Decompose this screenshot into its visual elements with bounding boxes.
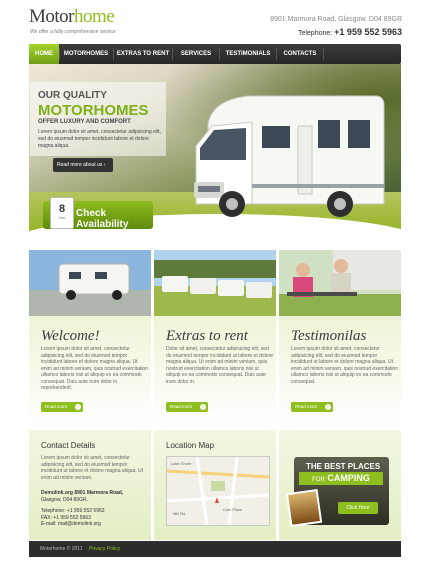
promo-for: FOR	[312, 477, 325, 483]
location-map-panel: Location Map Lake Shore Cole Place Mill …	[154, 430, 276, 540]
hero-read-more-button[interactable]: Read more about us ›	[53, 158, 113, 172]
nav-separator	[323, 48, 324, 60]
testimonials-read-more-button[interactable]: Read more ›	[291, 402, 333, 412]
map-title: Location Map	[166, 441, 215, 450]
welcome-photo	[29, 250, 151, 316]
nav-item-extras[interactable]: EXTRAS TO RENT	[114, 44, 172, 64]
contact-email[interactable]: E-mail: mail@demolink.org	[41, 521, 105, 528]
logo[interactable]: Motorhome	[29, 6, 115, 28]
contact-phones: Telephone: +1 959 552 5963 FAX: +1 959 5…	[41, 508, 105, 528]
extras-text: Dolor sit amet, consectetur adipisicing …	[166, 346, 274, 385]
contact-company: Demolink.org	[41, 490, 73, 496]
tagline: We offer a fully comprehensive service	[30, 29, 116, 35]
nav-item-home[interactable]: HOME	[29, 44, 59, 64]
read-more-label: Read more	[45, 404, 68, 409]
contact-text: Lorem ipsum dolor sit amet, consectetur …	[41, 455, 144, 481]
motorhome-illustration	[194, 95, 385, 217]
welcome-text: Lorem ipsum dolor sit amet, consectetur …	[41, 346, 148, 391]
contact-details-panel: Contact Details Lorem ipsum dolor sit am…	[29, 430, 151, 540]
testimonials-column: Testimonilas Lorem ipsum dolor sit amet,…	[279, 250, 401, 426]
arrow-right-icon: ›	[200, 404, 206, 410]
testimonials-text: Lorem ipsum dolor sit amet, consectetur …	[291, 346, 398, 385]
contact-street: 8901 Marmora Road,	[74, 490, 124, 496]
contact-telephone: Telephone: +1 959 552 5963	[41, 508, 105, 514]
camping-promo: THE BEST PLACES FOR CAMPING Click Here	[285, 457, 389, 528]
promo-camping: CAMPING	[327, 473, 370, 483]
campfire-photo	[285, 488, 323, 528]
hero-read-more-label: Read more about us	[57, 162, 103, 168]
nav-item-motorhomes[interactable]: MOTORHOMES	[60, 44, 112, 64]
arrow-right-icon: ›	[103, 162, 106, 168]
privacy-policy-link[interactable]: Privacy Policy	[89, 541, 120, 557]
hero-line3: OFFER LUXURY AND COMFORT	[38, 119, 131, 125]
header-phone: Telephone: +1 959 552 5963	[256, 27, 402, 37]
testimonials-title: Testimonilas	[291, 328, 367, 344]
check-availability-button[interactable]: 8 Mar Check Availability	[43, 197, 153, 230]
contact-address: Demolink.org 8901 Marmora Road, Glasgow,…	[41, 490, 123, 503]
read-more-label: Read more	[170, 404, 193, 409]
main-nav: HOME MOTORHOMES EXTRAS TO RENT SERVICES …	[29, 44, 401, 64]
footer: Motorhome © 2011 Privacy Policy	[29, 541, 401, 557]
location-map[interactable]: Lake Shore Cole Place Mill Rd	[166, 456, 270, 526]
logo-text-main: Motor	[29, 6, 75, 27]
read-more-label: Read more	[295, 404, 318, 409]
phone-label: Telephone:	[297, 30, 333, 37]
calendar-icon: 8 Mar	[50, 197, 74, 229]
map-label: Mill Rd	[173, 511, 186, 516]
testimonials-photo	[279, 250, 401, 316]
header-address: 8901 Marmora Road, Glasgow, D04 89GR	[270, 16, 402, 23]
map-label: Lake Shore	[171, 461, 192, 466]
promo-line2: FOR CAMPING	[299, 472, 383, 485]
welcome-title: Welcome!	[41, 328, 100, 344]
phone-number: +1 959 552 5963	[334, 27, 402, 37]
calendar-month: Mar	[58, 215, 66, 220]
promo-click-here-button[interactable]: Click Here	[338, 502, 378, 514]
logo-text-accent: home	[74, 6, 115, 27]
nav-item-testimonials[interactable]: TESTIMONIALS	[220, 44, 276, 64]
extras-photo	[154, 250, 276, 316]
extras-title: Extras to rent	[166, 328, 248, 344]
welcome-read-more-button[interactable]: Read more ›	[41, 402, 83, 412]
camping-promo-panel: THE BEST PLACES FOR CAMPING Click Here	[279, 430, 401, 540]
nav-item-contacts[interactable]: CONTACTS	[277, 44, 323, 64]
hero-line2: MOTORHOMES	[38, 102, 149, 119]
welcome-column: Welcome! Lorem ipsum dolor sit amet, con…	[29, 250, 151, 426]
contact-city: Glasgow, D04 89GR.	[41, 496, 88, 503]
check-availability-label: Check Availability	[76, 208, 129, 230]
hero-line1: OUR QUALITY	[38, 90, 107, 101]
contact-title: Contact Details	[41, 441, 96, 450]
extras-column: Extras to rent Dolor sit amet, consectet…	[154, 250, 276, 426]
arrow-right-icon: ›	[325, 404, 331, 410]
extras-read-more-button[interactable]: Read more ›	[166, 402, 208, 412]
map-label: Cole Place	[223, 507, 243, 512]
promo-line1: THE BEST PLACES	[306, 462, 381, 471]
hero-text: Lorem ipsum dolor sit amet, consectetur …	[38, 129, 161, 149]
footer-copyright: Motorhome © 2011	[40, 546, 83, 552]
arrow-right-icon: ›	[75, 404, 81, 410]
calendar-day: 8	[58, 203, 66, 215]
nav-item-services[interactable]: SERVICES	[173, 44, 219, 64]
